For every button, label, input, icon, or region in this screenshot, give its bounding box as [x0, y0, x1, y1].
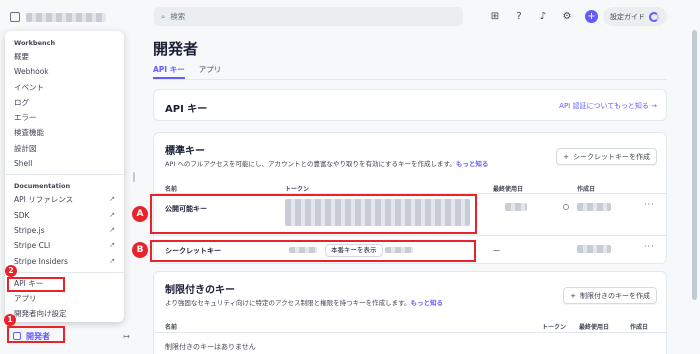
api-auth-learn-more-link[interactable]: API 認証についてもっと知る → [559, 101, 657, 111]
menu-item-inspector[interactable]: 検査機能 [5, 125, 124, 140]
standard-keys-description: API へのフルアクセスを可能にし、アカウントとの豊富なやり取りを有効にするキー… [165, 160, 489, 168]
last-used-redacted [505, 203, 527, 211]
tab-bar: API キー アプリ [153, 64, 667, 80]
col-header-created: 作成日 [577, 186, 596, 193]
account-name-redacted [26, 12, 106, 22]
account-switcher[interactable] [10, 10, 120, 24]
empty-state-text: 制限付きのキーはありません [165, 343, 256, 351]
documentation-heading: Documentation [14, 182, 71, 191]
menu-item-overview[interactable]: 概要 [5, 49, 124, 64]
menu-item-blueprints[interactable]: 設計図 [5, 141, 124, 156]
menu-item-stripe-cli[interactable]: Stripe CLI ↗ [5, 238, 124, 253]
external-link-icon: ↗ [109, 241, 115, 250]
search-bar[interactable]: ⌕ [154, 7, 463, 26]
workbench-heading: Workbench [14, 39, 56, 47]
col-header-last-used: 最終使用日 [493, 186, 524, 193]
store-icon [10, 12, 20, 22]
search-icon: ⌕ [161, 11, 166, 21]
col-header-name: 名前 [165, 186, 178, 193]
sidebar-collapse-icon[interactable]: ↦ [123, 332, 130, 341]
setup-guide-button[interactable]: 設定ガイド [603, 7, 667, 26]
menu-item-apps[interactable]: アプリ [5, 291, 124, 306]
external-link-icon: ↗ [109, 256, 115, 265]
created-date-redacted [577, 245, 611, 253]
annotation-badge-1: 1 [4, 314, 16, 326]
external-link-icon: ↗ [109, 210, 115, 219]
progress-ring-icon [649, 11, 659, 22]
gear-icon[interactable]: ⚙ [561, 11, 573, 23]
created-date-redacted [577, 203, 611, 211]
external-link-icon: ↗ [109, 225, 115, 234]
restricted-keys-description: より強固なセキュリティ向けに特定のアクセス制限と権限を持つキーを作成します。もっ… [165, 299, 444, 307]
menu-item-webhook[interactable]: Webhook [5, 64, 124, 79]
annotation-badge-b: B [132, 242, 148, 258]
menu-divider [5, 271, 124, 273]
create-secret-key-button[interactable]: + シークレットキーを作成 [556, 148, 657, 165]
annotation-box-publishable-key [150, 194, 477, 234]
create-restricted-key-button[interactable]: + 制限付きのキーを作成 [563, 287, 657, 304]
col-header-created: 作成日 [630, 324, 649, 331]
external-link-icon: ↗ [109, 195, 115, 204]
col-header-token: トークン [542, 324, 567, 331]
learn-more-link[interactable]: もっと知る [411, 299, 444, 307]
plus-icon[interactable]: + [585, 10, 598, 23]
col-header-name: 名前 [165, 324, 178, 331]
page-title: 開発者 [153, 40, 199, 58]
annotation-box-api-keys [7, 277, 65, 292]
plus-icon: + [563, 152, 569, 161]
menu-item-shell[interactable]: Shell [5, 156, 124, 171]
scrollbar[interactable] [692, 30, 697, 300]
menu-item-sdk[interactable]: SDK ↗ [5, 208, 124, 223]
restricted-keys-heading: 制限付きのキー [165, 285, 235, 296]
menu-item-stripe-insiders[interactable]: Stripe Insiders ↗ [5, 254, 124, 269]
col-header-last-used: 最終使用日 [579, 324, 610, 331]
more-options-icon[interactable]: ··· [644, 242, 655, 251]
menu-item-logs[interactable]: ログ [5, 95, 124, 110]
info-icon[interactable] [563, 204, 569, 210]
tab-api-keys[interactable]: API キー [153, 64, 185, 79]
topbar-icons: ⊞ ? ♪ ⚙ + [489, 10, 598, 23]
api-keys-heading: API キー [165, 104, 208, 115]
row-divider [154, 332, 666, 333]
annotation-badge-2: 2 [5, 265, 17, 277]
menu-divider [5, 174, 124, 176]
menu-item-api-reference[interactable]: API リファレンス ↗ [5, 192, 124, 207]
row-divider [154, 235, 666, 236]
resize-handle[interactable] [133, 172, 135, 182]
annotation-box-developers [7, 326, 65, 343]
bell-icon[interactable]: ♪ [537, 11, 549, 23]
menu-item-events[interactable]: イベント [5, 80, 124, 95]
menu-item-developer-settings[interactable]: 開発者向け設定 [5, 306, 124, 321]
menu-item-errors[interactable]: エラー [5, 110, 124, 125]
col-header-token: トークン [285, 186, 310, 193]
learn-more-link[interactable]: もっと知る [456, 160, 489, 168]
annotation-box-secret-key [150, 240, 476, 262]
apps-icon[interactable]: ⊞ [489, 11, 501, 23]
sidebar: Workbench 概要 Webhook イベント ログ エラー 検査機能 設計… [0, 0, 138, 354]
search-input[interactable] [170, 12, 451, 21]
tab-apps[interactable]: アプリ [199, 64, 222, 79]
standard-keys-heading: 標準キー [165, 146, 205, 157]
menu-item-stripejs[interactable]: Stripe.js ↗ [5, 223, 124, 238]
help-icon[interactable]: ? [513, 11, 525, 23]
annotation-badge-a: A [132, 206, 148, 222]
restricted-keys-card: 制限付きのキー より強固なセキュリティ向けに特定のアクセス制限と権限を持つキーを… [153, 271, 667, 354]
api-keys-card: API キー API 認証についてもっと知る → [153, 89, 667, 121]
plus-icon: + [570, 291, 576, 300]
secret-last-used: — [493, 246, 500, 254]
more-options-icon[interactable]: ··· [644, 200, 655, 209]
